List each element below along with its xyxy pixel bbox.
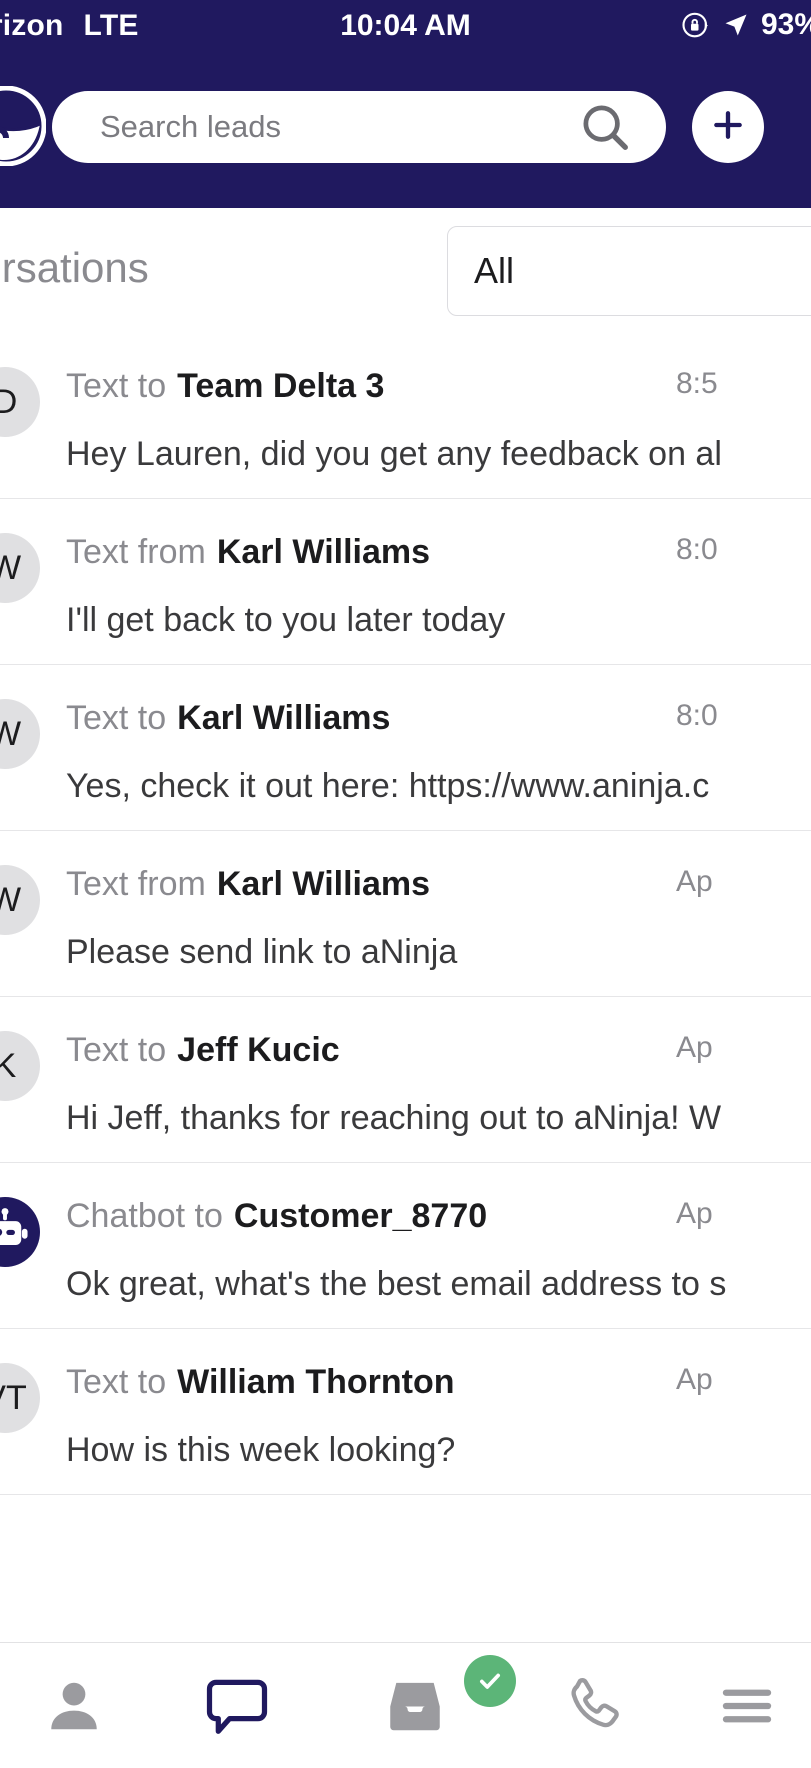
add-lead-button[interactable] [692,91,764,163]
hamburger-menu-icon [718,1677,776,1735]
conversation-direction: Text to [66,1031,167,1069]
avatar-initials: VT [0,1378,27,1417]
plus-icon [708,105,748,150]
conversation-direction: Chatbot to [66,1197,223,1235]
page-title: nversations [0,244,149,291]
conversation-row[interactable]: VT Text to William Thornton Ap How is this w… [0,1329,811,1495]
avatar-initials: W [0,714,22,753]
avatar: W [0,865,40,935]
search-icon[interactable] [578,100,632,154]
avatar: W [0,533,40,603]
conversation-filter-select[interactable]: All [447,226,811,316]
avatar: W [0,699,40,769]
conversation-contact-name: Karl Williams [216,533,431,571]
conversation-preview: Hi Jeff, thanks for reaching out to aNin… [66,1099,722,1137]
conversation-list[interactable]: D Text to Team Delta 3 8:5 Hey Lauren, did y… [0,333,811,1642]
app-root: erizonLTE 10:04 AM 93% [0,0,811,1768]
tab-contacts[interactable] [0,1643,148,1768]
avatar-initials: W [0,548,22,587]
conversation-timestamp: 8:0 [676,533,718,566]
avatar: D [0,367,40,437]
conversation-row[interactable]: W Text from Karl Williams 8:0 I'll get back … [0,499,811,665]
conversation-direction: Text from [66,865,206,903]
aninja-logo[interactable] [0,85,47,167]
conversation-direction: Text to [66,367,167,405]
person-icon [43,1675,105,1737]
conversation-row[interactable]: Chatbot to Customer_8770 Ap Ok great, what'… [0,1163,811,1329]
conversation-contact-name: Customer_8770 [233,1197,488,1235]
status-bar: erizonLTE 10:04 AM 93% [0,0,811,58]
conversation-preview: I'll get back to you later today [66,601,506,639]
bottom-tab-bar [0,1642,811,1768]
chat-bubble-icon [204,1673,270,1739]
search-input[interactable] [52,109,578,145]
conversation-row[interactable]: K Text to Jeff Kucic Ap Hi Jeff, thanks for … [0,997,811,1163]
conversation-contact-name: Karl Williams [216,865,431,903]
conversation-timestamp: 8:5 [676,367,718,400]
conversation-filter-value: All [474,250,515,291]
tab-inbox[interactable] [326,1643,516,1768]
avatar: K [0,1031,40,1101]
conversation-direction: Text to [66,699,167,737]
conversation-row[interactable]: W Text to Karl Williams 8:0 Yes, check it ou… [0,665,811,831]
avatar-initials: K [0,1046,17,1085]
conversation-preview: Please send link to aNinja [66,933,458,971]
conversation-preview: Ok great, what's the best email address … [66,1265,727,1303]
conversation-direction: Text from [66,533,206,571]
conversation-row[interactable]: W Text from Karl Williams Ap Please send lin… [0,831,811,997]
conversation-contact-name: Team Delta 3 [177,367,385,405]
phone-icon [560,1673,626,1739]
conversation-preview: Yes, check it out here: https://www.anin… [66,767,710,805]
conversation-timestamp: Ap [676,865,713,898]
conversation-contact-name: Jeff Kucic [177,1031,340,1069]
conversation-timestamp: 8:0 [676,699,718,732]
chatbot-avatar [0,1197,40,1267]
inbox-tray-icon [382,1673,448,1739]
conversation-preview: How is this week looking? [66,1431,456,1469]
section-header: nversations All [0,208,811,333]
tab-messages[interactable] [148,1643,326,1768]
conversation-direction: Text to [66,1363,167,1401]
rotation-lock-icon [681,10,711,40]
conversation-row[interactable]: D Text to Team Delta 3 8:5 Hey Lauren, did y… [0,333,811,499]
conversation-timestamp: Ap [676,1197,713,1230]
location-arrow-icon [722,11,750,39]
avatar-initials: D [0,382,18,421]
tab-calls[interactable] [504,1643,682,1768]
avatar-initials: W [0,880,22,919]
conversation-contact-name: William Thornton [177,1363,455,1401]
tab-menu[interactable] [682,1643,811,1768]
status-bar-indicators: 93% [681,8,811,42]
conversation-preview: Hey Lauren, did you get any feedback on … [66,435,722,473]
conversation-contact-name: Karl Williams [177,699,391,737]
search-bar[interactable] [52,91,666,163]
conversation-timestamp: Ap [676,1031,713,1064]
avatar: VT [0,1363,40,1433]
app-header [0,58,811,208]
battery-percentage-label: 93% [760,8,811,41]
conversation-timestamp: Ap [676,1363,713,1396]
